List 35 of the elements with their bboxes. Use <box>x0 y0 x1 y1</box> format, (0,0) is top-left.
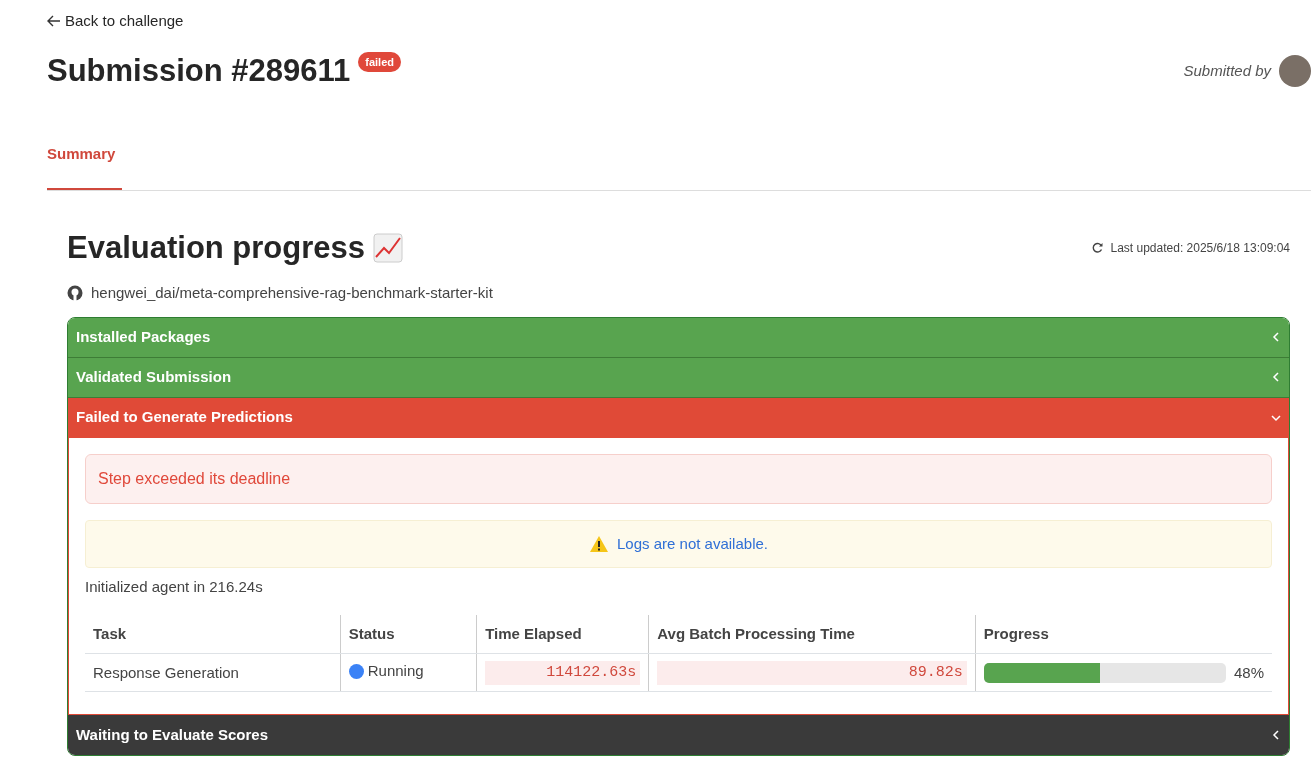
step-header[interactable]: Failed to Generate Predictions <box>68 397 1289 438</box>
column-header: Status <box>340 614 477 654</box>
warning-icon <box>589 534 610 553</box>
status-text: Running <box>367 661 424 682</box>
column-header: Time Elapsed <box>476 614 649 654</box>
chevron-down-icon <box>1271 412 1281 423</box>
time-value: 89.82s <box>657 660 967 685</box>
chevron-left-icon <box>1271 730 1281 741</box>
submitted-by-label: Submitted by <box>1183 60 1271 81</box>
step-header[interactable]: Validated Submission <box>68 357 1289 398</box>
table-cell: Response Generation <box>85 653 341 692</box>
time-value: 114122.63s <box>485 660 641 685</box>
step-header[interactable]: Installed Packages <box>68 317 1289 358</box>
step-header[interactable]: Waiting to Evaluate Scores <box>68 715 1289 756</box>
status-note: Initialized agent in 216.24s <box>85 577 264 598</box>
chevron-left-icon <box>1271 372 1281 383</box>
progress-percent: 48% <box>1233 662 1264 683</box>
chart-icon <box>373 232 404 263</box>
chevron-left-icon <box>1271 332 1281 343</box>
arrow-left-icon <box>47 15 61 28</box>
last-updated-text: Last updated: 2025/6/18 13:09:04 <box>1110 239 1290 257</box>
refresh-icon <box>1091 242 1103 254</box>
status-badge: failed <box>358 51 401 73</box>
page-title: Submission #289611 <box>47 52 351 90</box>
column-header: Task <box>85 614 341 654</box>
back-link[interactable]: Back to challenge <box>47 10 184 33</box>
column-header: Avg Batch Processing Time <box>648 614 976 654</box>
tab[interactable]: Summary <box>47 129 122 190</box>
avatar <box>1279 54 1311 87</box>
error-message: Step exceeded its deadline <box>85 453 1272 504</box>
column-header: Progress <box>975 614 1272 654</box>
github-icon <box>67 285 83 302</box>
section-title: Evaluation progress <box>67 228 366 267</box>
warning-text: Logs are not available. <box>617 533 768 554</box>
repository-name: hengwei_dai/meta-comprehensive-rag-benchmark-starter-kit <box>91 283 493 304</box>
